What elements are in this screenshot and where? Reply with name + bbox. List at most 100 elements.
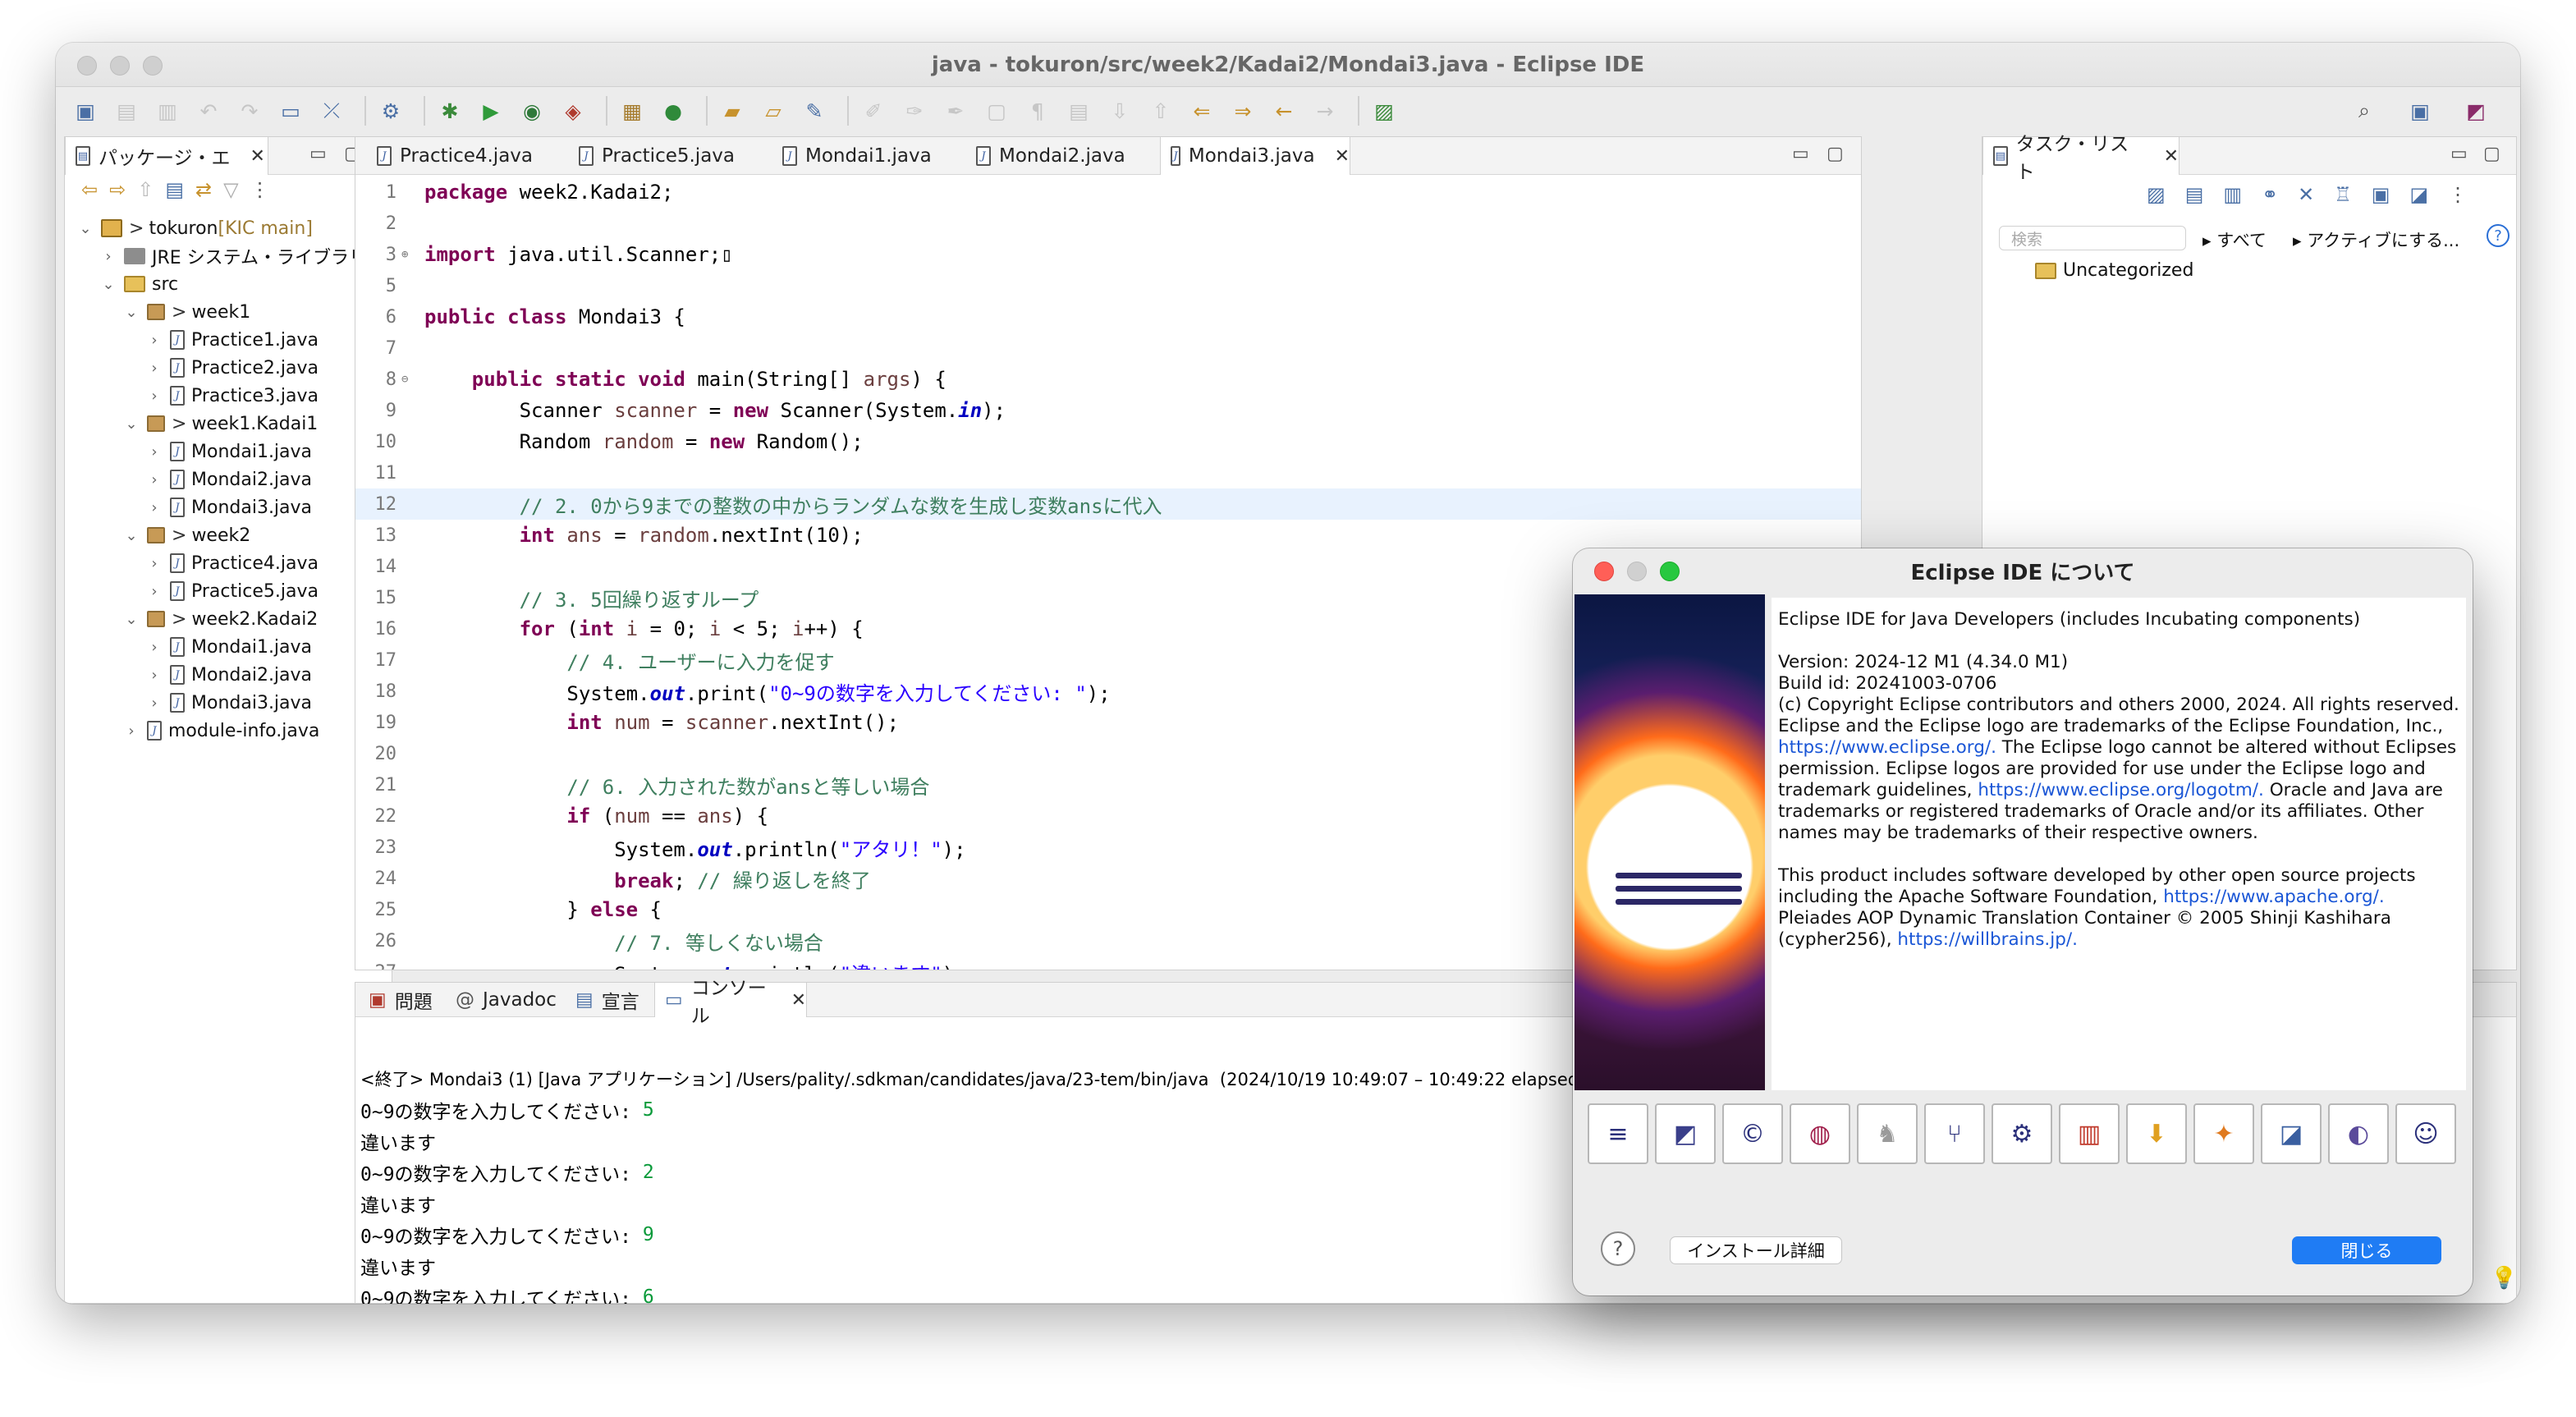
tree-item[interactable]: ⌄ > week2.Kadai2 bbox=[122, 605, 318, 633]
git-feature-icon[interactable]: ⑂ bbox=[1924, 1103, 1985, 1164]
category-uncategorized[interactable]: Uncategorized bbox=[2028, 260, 2193, 281]
settings-icon[interactable]: ⚙ bbox=[374, 94, 407, 127]
editor-maximize-icon[interactable]: ▢ bbox=[1827, 144, 1844, 164]
terminal-icon[interactable]: ▭ bbox=[274, 94, 307, 127]
minimize-window-button[interactable] bbox=[110, 56, 130, 76]
coverage-icon[interactable]: ◉ bbox=[516, 94, 548, 127]
close-icon[interactable]: ✕ bbox=[2164, 146, 2179, 167]
tree-item[interactable]: › J Mondai3.java bbox=[145, 689, 312, 717]
filter-all-link[interactable]: ▸ すべて bbox=[2202, 227, 2267, 252]
chevron-right-icon[interactable]: › bbox=[99, 248, 117, 265]
chevron-down-icon[interactable]: ⌄ bbox=[122, 415, 140, 433]
open-type-icon[interactable]: ▰ bbox=[716, 94, 749, 127]
tab-console[interactable]: ▭ コンソール ✕ bbox=[654, 978, 807, 1027]
filter-icon[interactable]: ▽ bbox=[223, 178, 238, 201]
fold-toggle-icon[interactable]: ⊖ bbox=[401, 373, 418, 386]
tree-item[interactable]: › J Mondai1.java bbox=[145, 438, 312, 465]
tree-item[interactable]: › J Practice3.java bbox=[145, 382, 319, 410]
tree-item[interactable]: › J Mondai1.java bbox=[145, 633, 312, 661]
chevron-down-icon[interactable]: ⌄ bbox=[76, 220, 94, 237]
wtp-feature-icon[interactable]: ◪ bbox=[2261, 1103, 2322, 1164]
chevron-right-icon[interactable]: › bbox=[145, 360, 163, 377]
new-icon[interactable]: ▣ bbox=[69, 94, 102, 127]
redo-icon[interactable]: ↷ bbox=[233, 94, 266, 127]
tree-item[interactable]: › J Mondai2.java bbox=[145, 465, 312, 493]
back-nav-icon[interactable]: ⇦ bbox=[81, 178, 98, 201]
chevron-right-icon[interactable]: › bbox=[145, 695, 163, 712]
gradle-feature-icon[interactable]: ♞ bbox=[1857, 1103, 1918, 1164]
tools-feature-icon[interactable]: ⚙ bbox=[1992, 1103, 2052, 1164]
save-icon[interactable]: ▤ bbox=[110, 94, 143, 127]
zoom-window-button[interactable] bbox=[143, 56, 163, 76]
open-perspective-icon[interactable]: ▣ bbox=[2404, 94, 2436, 127]
scheduled-icon[interactable]: ▥ bbox=[2223, 183, 2242, 206]
categorized-icon[interactable]: ▤ bbox=[2185, 183, 2204, 206]
chevron-right-icon[interactable]: › bbox=[145, 387, 163, 405]
help-icon[interactable]: ? bbox=[1601, 1231, 1635, 1266]
external-tools-icon[interactable]: ◈ bbox=[557, 94, 589, 127]
close-icon[interactable]: ✕ bbox=[791, 990, 806, 1011]
undo-icon[interactable]: ↶ bbox=[192, 94, 225, 127]
chevron-right-icon[interactable]: › bbox=[145, 471, 163, 488]
platform-feature-icon[interactable]: ◩ bbox=[1655, 1103, 1716, 1164]
activate-link[interactable]: ▸ アクティブにする... bbox=[2293, 227, 2459, 252]
task-search-input[interactable]: 検索 bbox=[1999, 226, 2186, 250]
next-annotation-icon[interactable]: ⇩ bbox=[1103, 94, 1136, 127]
chevron-right-icon[interactable]: › bbox=[145, 639, 163, 656]
forward-edit-icon[interactable]: ⇒ bbox=[1226, 94, 1259, 127]
link-editor-icon[interactable]: ⇄ bbox=[195, 178, 212, 201]
collapse-all-icon[interactable]: ▣ bbox=[2372, 183, 2390, 206]
help-icon[interactable]: ? bbox=[2487, 224, 2510, 247]
last-edit-icon[interactable]: ⇐ bbox=[1185, 94, 1218, 127]
chevron-right-icon[interactable]: › bbox=[145, 443, 163, 461]
tab-javadoc[interactable]: @ Javadoc bbox=[446, 983, 561, 1017]
focus-icon[interactable]: ♖ bbox=[2334, 183, 2352, 206]
tree-item[interactable]: › J Practice2.java bbox=[145, 354, 319, 382]
back-icon[interactable]: ← bbox=[1267, 94, 1300, 127]
fold-toggle-icon[interactable]: ⊕ bbox=[401, 248, 418, 261]
tree-item[interactable]: ⌄ src bbox=[99, 270, 178, 298]
forward-icon[interactable]: → bbox=[1309, 94, 1341, 127]
tab-task-list[interactable]: ▤ タスク・リスト ✕ bbox=[1982, 134, 2180, 183]
save-all-icon[interactable]: ▥ bbox=[151, 94, 184, 127]
chevron-right-icon[interactable]: › bbox=[122, 722, 140, 740]
tree-item[interactable]: › J Mondai2.java bbox=[145, 661, 312, 689]
marketplace-feature-icon[interactable]: ⬇ bbox=[2126, 1103, 2187, 1164]
eclipse-link[interactable]: https://www.eclipse.org/. bbox=[1778, 737, 1996, 758]
repository-icon[interactable]: ◪ bbox=[2409, 183, 2428, 206]
new-java-project-icon[interactable]: ▦ bbox=[616, 94, 649, 127]
minimize-icon[interactable]: ▭ bbox=[309, 144, 327, 164]
new-task-icon[interactable]: ▨ bbox=[2147, 183, 2166, 206]
installation-details-button[interactable]: インストール詳細 bbox=[1670, 1236, 1842, 1264]
tree-item[interactable]: › JRE システム・ライブラリ bbox=[99, 242, 367, 270]
close-icon[interactable]: ✕ bbox=[250, 146, 265, 167]
block-icon[interactable]: ▢ bbox=[980, 94, 1013, 127]
chevron-right-icon[interactable]: › bbox=[145, 667, 163, 684]
m2e-feature-icon[interactable]: ◍ bbox=[1790, 1103, 1850, 1164]
tree-item[interactable]: › Jmodule-info.java bbox=[122, 717, 319, 745]
close-window-button[interactable] bbox=[77, 56, 97, 76]
tab-package-explorer[interactable]: ▤ パッケージ・エ ✕ bbox=[65, 137, 268, 175]
tree-item[interactable]: › J Mondai3.java bbox=[145, 493, 312, 521]
copilot-feature-icon[interactable]: ☺ bbox=[2395, 1103, 2456, 1164]
tip-icon[interactable]: 💡 bbox=[2491, 1266, 2517, 1291]
tab-mondai1[interactable]: J Mondai1.java bbox=[772, 137, 963, 175]
report-feature-icon[interactable]: ▥ bbox=[2059, 1103, 2120, 1164]
view-menu-icon[interactable]: ⋮ bbox=[2448, 183, 2468, 206]
chevron-right-icon[interactable]: › bbox=[145, 583, 163, 600]
tree-item[interactable]: › J Practice4.java bbox=[145, 549, 319, 577]
chevron-down-icon[interactable]: ⌄ bbox=[122, 304, 140, 321]
cpp-feature-icon[interactable]: © bbox=[1722, 1103, 1783, 1164]
tree-item[interactable]: › J Practice5.java bbox=[145, 577, 319, 605]
whitespace-icon[interactable]: ¶ bbox=[1021, 94, 1054, 127]
apache-link[interactable]: https://www.apache.org/. bbox=[2163, 887, 2385, 907]
tab-declaration[interactable]: ▤ 宣言 bbox=[566, 983, 651, 1017]
chevron-down-icon[interactable]: ⌄ bbox=[99, 276, 117, 293]
view-menu-icon[interactable]: ⋮ bbox=[250, 178, 270, 201]
pin-editor-icon[interactable]: ▨ bbox=[1368, 94, 1400, 127]
tree-item[interactable]: › J Practice1.java bbox=[145, 326, 319, 354]
chevron-right-icon[interactable]: › bbox=[145, 332, 163, 349]
tab-mondai3[interactable]: J Mondai3.java ✕ bbox=[1160, 137, 1350, 175]
collapse-all-icon[interactable]: ▤ bbox=[165, 178, 184, 201]
up-nav-icon[interactable]: ⇧ bbox=[137, 178, 154, 201]
